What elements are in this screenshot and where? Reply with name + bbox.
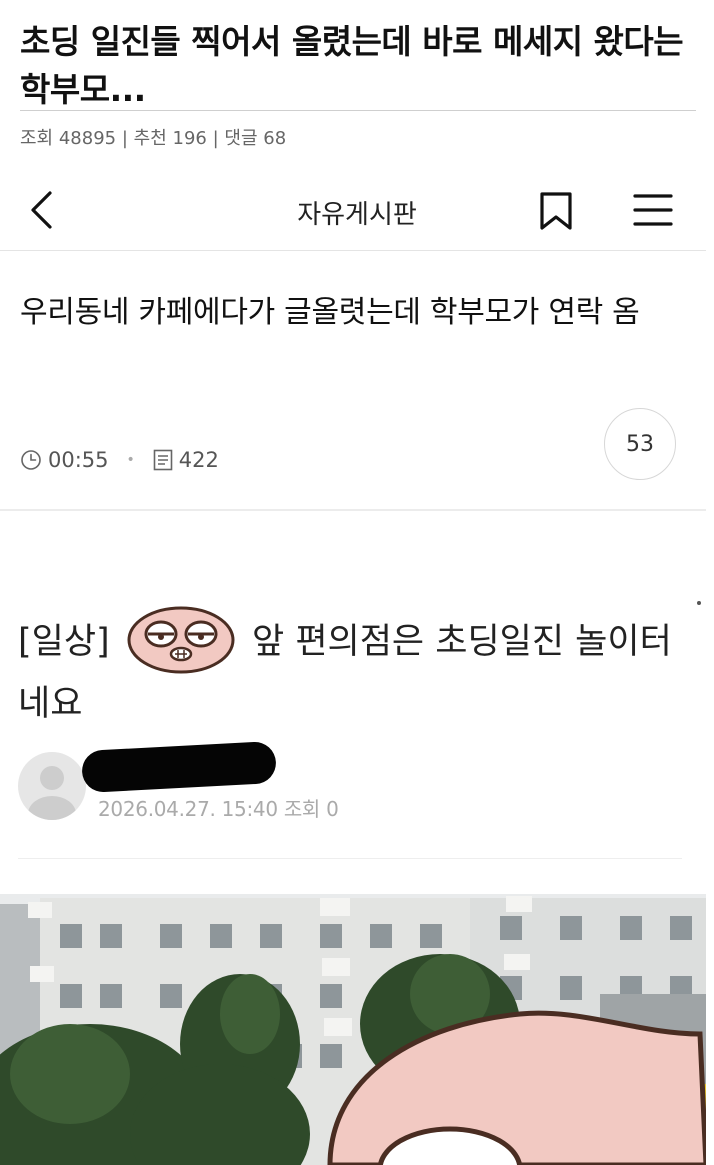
post-title: 초딩 일진들 찍어서 올렸는데 바로 메세지 왔다는 학부모... (20, 22, 684, 109)
divider (0, 509, 706, 511)
inner-post-date: 2026.04.27. 15:40 조회 0 (98, 793, 339, 822)
dot-mark (697, 601, 701, 605)
stats-separator: | (121, 128, 134, 149)
divider (18, 858, 682, 859)
comment-count-button[interactable]: 53 (604, 408, 676, 480)
post-time: 00:55 (48, 448, 109, 472)
comments-count: 68 (263, 128, 287, 149)
clock-icon (20, 449, 42, 471)
separator-dot: • (126, 452, 135, 468)
cafe-post-meta: 00:55 • 422 (20, 448, 219, 472)
cafe-post-title: 우리동네 카페에다가 글올렷는데 학부모가 연락 옴 (20, 295, 640, 330)
recommend-label: 추천 (133, 128, 167, 149)
bookmark-icon[interactable] (536, 190, 576, 232)
menu-icon[interactable] (632, 190, 674, 230)
inner-post-views: 0 (326, 797, 339, 821)
post-view-count: 422 (178, 448, 219, 472)
inner-post-title: [일상] 앞 편의점은 초딩일진 놀이터네요 (18, 606, 698, 730)
inner-post-views-label: 조회 (283, 797, 321, 821)
views-label: 조회 (20, 128, 54, 149)
inner-post-tag: [일상] (18, 622, 110, 662)
document-icon (153, 449, 173, 471)
inner-post-datetime: 2026.04.27. 15:40 (98, 797, 278, 821)
divider (0, 250, 706, 251)
stats-separator: | (212, 128, 225, 149)
comments-label: 댓글 (224, 128, 258, 149)
views-count: 48895 (58, 128, 117, 149)
smiling-face-emoticon-icon (125, 604, 237, 674)
redaction-mark (81, 740, 277, 794)
inner-post-title-text: 앞 편의점은 초딩일진 놀이터네요 (18, 622, 672, 724)
board-title: 자유게시판 (297, 200, 417, 230)
post-stats: 조회 48895 | 추천 196 | 댓글 68 (20, 124, 286, 150)
post-photo (0, 894, 706, 1165)
recommend-count: 196 (172, 128, 207, 149)
divider (20, 110, 696, 111)
avatar (18, 752, 86, 820)
app-header: 자유게시판 (0, 160, 714, 250)
